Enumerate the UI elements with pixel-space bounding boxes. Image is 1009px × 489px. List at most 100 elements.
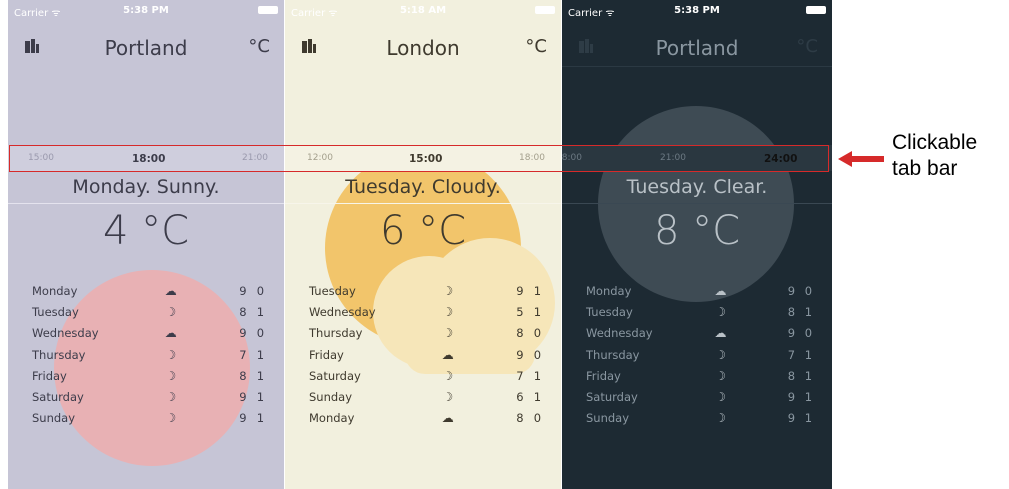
city-name: Portland (655, 36, 739, 60)
forecast-low: 1 (256, 411, 265, 426)
forecast-low: 0 (533, 347, 542, 362)
forecast-row: Monday ☁ 8 0 (309, 408, 541, 429)
forecast-row: Friday ☽ 8 1 (32, 365, 264, 386)
forecast-low: 1 (256, 347, 265, 362)
header: Portland °C (562, 28, 832, 64)
forecast-low: 0 (533, 326, 542, 341)
forecast-row: Friday ☁ 9 0 (309, 344, 541, 365)
unit-toggle-button[interactable]: °C (796, 36, 818, 57)
tab-bar-highlight-box (9, 145, 829, 172)
moon-icon: ☽ (165, 390, 177, 405)
moon-icon: ☽ (715, 304, 726, 319)
forecast-low: 1 (804, 411, 813, 426)
status-time: 5:38 PM (674, 5, 720, 16)
forecast-row: Friday ☽ 8 1 (586, 365, 812, 386)
callout-line: Clickable (892, 131, 978, 154)
forecast-high: 7 (516, 368, 524, 383)
forecast-day: Tuesday (309, 283, 356, 298)
forecast-high: 9 (516, 283, 524, 298)
forecast-day: Friday (586, 368, 621, 383)
forecast-low: 1 (256, 368, 265, 383)
forecast-day: Wednesday (309, 304, 376, 319)
battery-icon (535, 6, 555, 14)
weather-screen-london: Carrier ᯤ 5:18 AM London °C 12:00 15:00 … (285, 0, 561, 489)
forecast-low: 0 (256, 326, 265, 341)
moon-icon: ☽ (715, 368, 726, 383)
forecast-day: Wednesday (32, 326, 99, 341)
forecast-day: Tuesday (586, 304, 633, 319)
moon-icon: ☽ (442, 390, 454, 405)
forecast-high: 9 (516, 347, 524, 362)
status-bar: Carrier ᯤ 5:38 PM (562, 0, 832, 20)
forecast-low: 1 (533, 304, 542, 319)
weather-summary: Monday. Sunny. (72, 176, 220, 198)
forecast-row: Saturday ☽ 9 1 (32, 386, 264, 407)
forecast-high: 8 (787, 304, 796, 319)
forecast-high: 6 (516, 390, 524, 405)
forecast-high: 7 (787, 347, 796, 362)
forecast-day: Saturday (586, 390, 638, 405)
arrow-left-icon (838, 151, 884, 167)
forecast-low: 1 (804, 304, 813, 319)
forecast-high: 9 (787, 326, 796, 341)
forecast-day: Saturday (309, 368, 361, 383)
forecast-high: 9 (787, 390, 796, 405)
forecast-low: 1 (804, 390, 813, 405)
forecast-day: Wednesday (586, 326, 653, 341)
forecast-row: Thursday ☽ 7 1 (586, 344, 812, 365)
forecast-row: Thursday ☽ 8 0 (309, 323, 541, 344)
forecast-low: 0 (804, 283, 813, 298)
forecast-row: Sunday ☽ 9 1 (586, 408, 812, 429)
forecast-list: Monday ☁ 9 0 Tuesday ☽ 8 1 Wednesday ☁ 9… (586, 280, 812, 429)
forecast-day: Monday (309, 411, 355, 426)
forecast-high: 9 (239, 283, 247, 298)
moon-icon: ☽ (165, 411, 177, 426)
forecast-high: 8 (516, 411, 524, 426)
city-name: Portland (104, 36, 188, 60)
moon-icon: ☽ (442, 304, 454, 319)
forecast-row: Monday ☁ 9 0 (586, 280, 812, 301)
forecast-row: Tuesday ☽ 8 1 (586, 301, 812, 322)
moon-icon: ☽ (165, 368, 177, 383)
moon-icon: ☽ (165, 347, 177, 362)
forecast-day: Friday (32, 368, 67, 383)
weather-summary: Tuesday. Clear. (626, 176, 768, 198)
unit-toggle-button[interactable]: °C (525, 36, 547, 57)
city-name: London (386, 36, 460, 60)
moon-icon: ☽ (442, 368, 454, 383)
forecast-day: Saturday (32, 390, 84, 405)
header: London °C (285, 28, 561, 64)
forecast-high: 5 (516, 304, 524, 319)
forecast-day: Tuesday (32, 304, 79, 319)
forecast-high: 9 (239, 411, 247, 426)
forecast-day: Monday (586, 283, 632, 298)
current-temperature: 6 °C (379, 208, 467, 254)
forecast-low: 0 (804, 326, 813, 341)
forecast-list: Tuesday ☽ 9 1 Wednesday ☽ 5 1 Thursday ☽… (309, 280, 541, 429)
status-bar: Carrier ᯤ 5:18 AM (285, 0, 561, 20)
current-temperature: 4 °C (102, 208, 190, 254)
callout-label: Clickable tab bar (892, 130, 1004, 182)
callout-line: tab bar (892, 157, 958, 180)
weather-screen-portland-night: Carrier ᯤ 5:38 PM Portland °C 18:00 21:0… (562, 0, 832, 489)
current-temperature: 8 °C (653, 208, 741, 254)
forecast-low: 0 (533, 411, 542, 426)
forecast-row: Saturday ☽ 7 1 (309, 365, 541, 386)
header: Portland °C (8, 28, 284, 64)
weather-summary: Tuesday. Cloudy. (345, 176, 501, 198)
forecast-row: Tuesday ☽ 8 1 (32, 301, 264, 322)
divider (562, 203, 832, 204)
moon-icon: ☽ (442, 326, 454, 341)
divider (285, 203, 561, 204)
moon-icon: ☽ (442, 283, 454, 298)
forecast-list: Monday ☁ 9 0 Tuesday ☽ 8 1 Wednesday ☁ 9… (32, 280, 264, 429)
battery-icon (806, 6, 826, 14)
moon-icon: ☽ (165, 304, 177, 319)
forecast-low: 1 (533, 283, 542, 298)
weather-screen-portland: Carrier ᯤ 5:38 PM Portland °C 15:00 18:0… (8, 0, 284, 489)
forecast-low: 1 (256, 304, 265, 319)
cloud-icon: ☁ (441, 411, 454, 426)
forecast-day: Thursday (586, 347, 640, 362)
unit-toggle-button[interactable]: °C (248, 36, 270, 57)
forecast-row: Wednesday ☁ 9 0 (586, 323, 812, 344)
